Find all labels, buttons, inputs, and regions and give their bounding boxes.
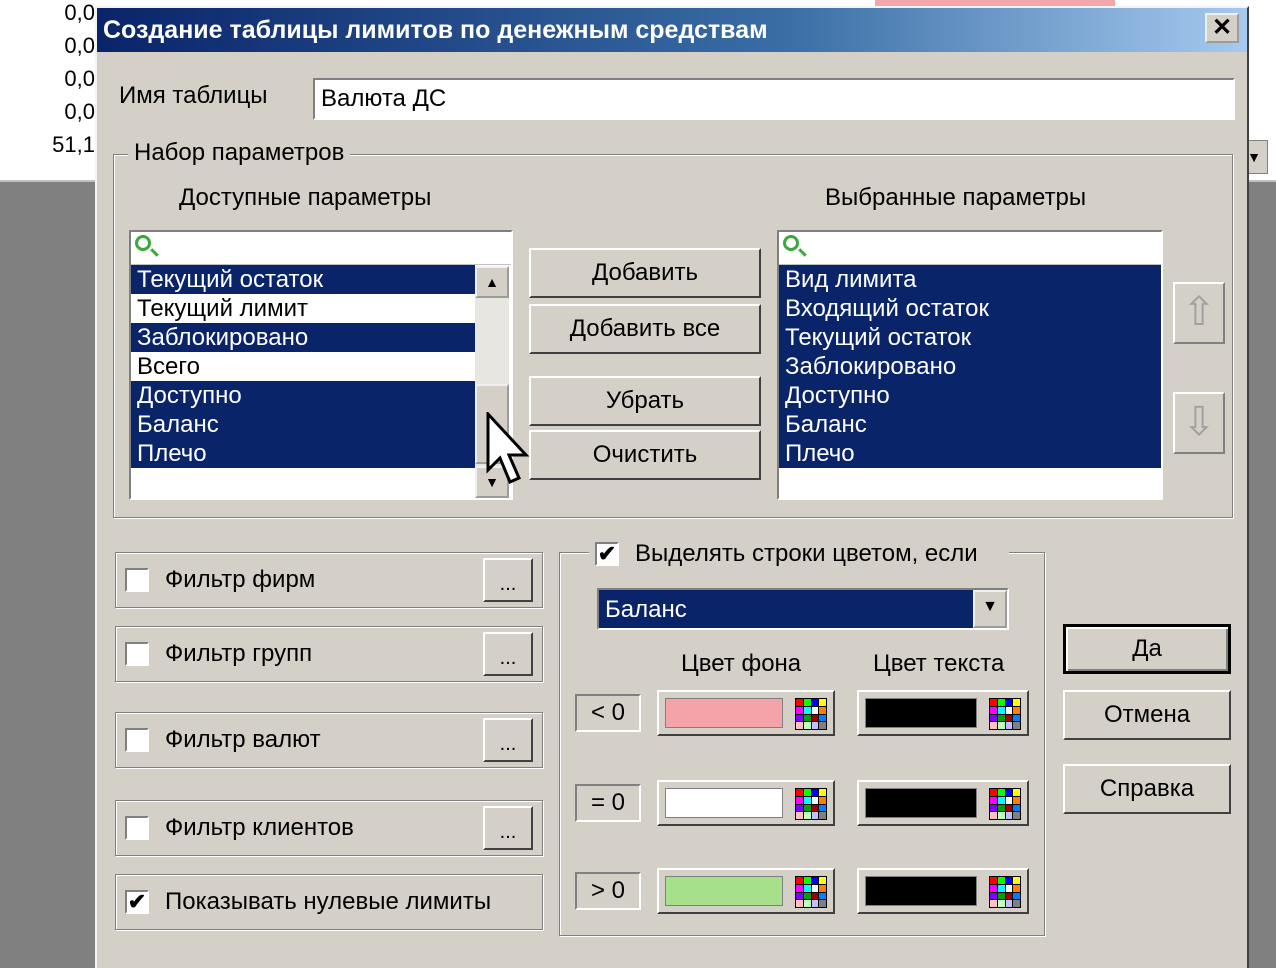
bg-color-picker[interactable] xyxy=(657,868,835,914)
filter-ellipsis-button[interactable]: ... xyxy=(483,806,533,850)
create-limits-table-dialog: Создание таблицы лимитов по денежным сре… xyxy=(95,6,1249,968)
table-name-label: Имя таблицы xyxy=(119,82,268,109)
color-palette-icon[interactable] xyxy=(989,698,1021,730)
selected-params-title: Выбранные параметры xyxy=(825,184,1087,211)
bg-color-header: Цвет фона xyxy=(681,650,802,677)
color-palette-icon[interactable] xyxy=(795,698,827,730)
color-palette-icon[interactable] xyxy=(989,876,1021,908)
background-value: 0,0 xyxy=(64,0,95,25)
bg-color-swatch xyxy=(665,698,783,728)
available-list-item[interactable]: Всего xyxy=(131,352,475,381)
highlight-header: ✔ Выделять строки цветом, если xyxy=(589,538,1009,570)
highlight-field-value: Баланс xyxy=(605,596,687,623)
cancel-button[interactable]: Отмена xyxy=(1063,690,1231,740)
text-color-swatch xyxy=(865,876,977,906)
close-button[interactable]: ✕ xyxy=(1205,13,1239,43)
selected-list-item[interactable]: Вид лимита xyxy=(779,265,1161,294)
text-color-header: Цвет текста xyxy=(873,650,1005,677)
move-down-button[interactable]: ⇩ xyxy=(1173,392,1225,454)
available-list-item[interactable]: Плечо xyxy=(131,439,475,468)
selected-list-item[interactable]: Текущий остаток xyxy=(779,323,1161,352)
available-params-list[interactable]: Текущий остаток Текущий лимит Заблокирован… xyxy=(129,230,513,500)
color-palette-icon[interactable] xyxy=(795,788,827,820)
filter-ellipsis-button[interactable]: ... xyxy=(483,558,533,602)
add-all-button[interactable]: Добавить все xyxy=(529,304,761,354)
available-list-item[interactable]: Текущий остаток xyxy=(131,265,475,294)
remove-button[interactable]: Убрать xyxy=(529,376,761,426)
filter-ellipsis-button[interactable]: ... xyxy=(483,718,533,762)
arrow-up-icon: ⇧ xyxy=(1182,290,1216,334)
background-value: 0,0 xyxy=(64,66,95,91)
dialog-title: Создание таблицы лимитов по денежным сре… xyxy=(103,16,768,44)
mouse-cursor-icon xyxy=(486,412,530,484)
arrow-down-icon: ⇩ xyxy=(1182,400,1216,444)
available-list-item[interactable]: Заблокировано xyxy=(131,323,475,352)
filter-label: Фильтр групп xyxy=(165,640,313,667)
help-button[interactable]: Справка xyxy=(1063,764,1231,814)
search-icon xyxy=(783,235,799,251)
ok-button[interactable]: Да xyxy=(1063,624,1231,674)
filter-checkbox[interactable] xyxy=(125,816,149,840)
text-color-swatch xyxy=(865,698,977,728)
scroll-up-icon[interactable]: ▲ xyxy=(475,266,509,298)
highlight-rows-checkbox[interactable]: ✔ xyxy=(595,542,619,566)
table-name-input[interactable]: Валюта ДС xyxy=(313,78,1235,120)
condition-label: > 0 xyxy=(575,872,641,910)
selected-list-item[interactable]: Доступно xyxy=(779,381,1161,410)
highlight-rows-label: Выделять строки цветом, если xyxy=(635,540,978,567)
background-value: 0,0 xyxy=(64,33,95,58)
filter-label: Фильтр валют xyxy=(165,726,321,753)
available-list-item[interactable]: Баланс xyxy=(131,410,475,439)
condition-label: = 0 xyxy=(575,784,641,822)
background-value: 0,0 xyxy=(64,99,95,124)
available-search-field[interactable] xyxy=(131,232,511,265)
condition-label: < 0 xyxy=(575,694,641,732)
bg-color-swatch xyxy=(665,876,783,906)
add-button[interactable]: Добавить xyxy=(529,248,761,298)
highlight-field-select[interactable]: Баланс ▼ xyxy=(597,588,1009,630)
clear-button[interactable]: Очистить xyxy=(529,430,761,480)
move-up-button[interactable]: ⇧ xyxy=(1173,282,1225,344)
selected-list-item[interactable]: Входящий остаток xyxy=(779,294,1161,323)
text-color-swatch xyxy=(865,788,977,818)
bg-color-picker[interactable] xyxy=(657,690,835,736)
bg-color-picker[interactable] xyxy=(657,780,835,826)
filter-label: Фильтр фирм xyxy=(165,566,316,593)
filter-checkbox[interactable] xyxy=(125,728,149,752)
selected-list-item[interactable]: Баланс xyxy=(779,410,1161,439)
show-zero-limits-checkbox[interactable]: ✔ xyxy=(125,890,149,914)
selected-list-item[interactable]: Заблокировано xyxy=(779,352,1161,381)
available-params-title: Доступные параметры xyxy=(179,184,432,211)
search-icon xyxy=(135,235,151,251)
filter-checkbox[interactable] xyxy=(125,642,149,666)
available-list-item[interactable]: Доступно xyxy=(131,381,475,410)
bg-color-swatch xyxy=(665,788,783,818)
text-color-picker[interactable] xyxy=(857,690,1029,736)
filter-ellipsis-button[interactable]: ... xyxy=(483,632,533,676)
text-color-picker[interactable] xyxy=(857,868,1029,914)
chevron-down-icon[interactable]: ▼ xyxy=(973,590,1007,628)
available-list-item[interactable]: Текущий лимит xyxy=(131,294,475,323)
filter-checkbox[interactable] xyxy=(125,568,149,592)
color-palette-icon[interactable] xyxy=(795,876,827,908)
parameter-set-title: Набор параметров xyxy=(128,139,351,167)
dialog-titlebar: Создание таблицы лимитов по денежным сре… xyxy=(97,8,1247,52)
text-color-picker[interactable] xyxy=(857,780,1029,826)
selected-params-list[interactable]: Вид лимита Входящий остаток Текущий остато… xyxy=(777,230,1163,500)
background-value: 51,1 xyxy=(52,132,95,157)
show-zero-limits-label: Показывать нулевые лимиты xyxy=(165,888,492,915)
color-palette-icon[interactable] xyxy=(989,788,1021,820)
filter-label: Фильтр клиентов xyxy=(165,814,354,841)
selected-list-item[interactable]: Плечо xyxy=(779,439,1161,468)
selected-search-field[interactable] xyxy=(779,232,1161,265)
